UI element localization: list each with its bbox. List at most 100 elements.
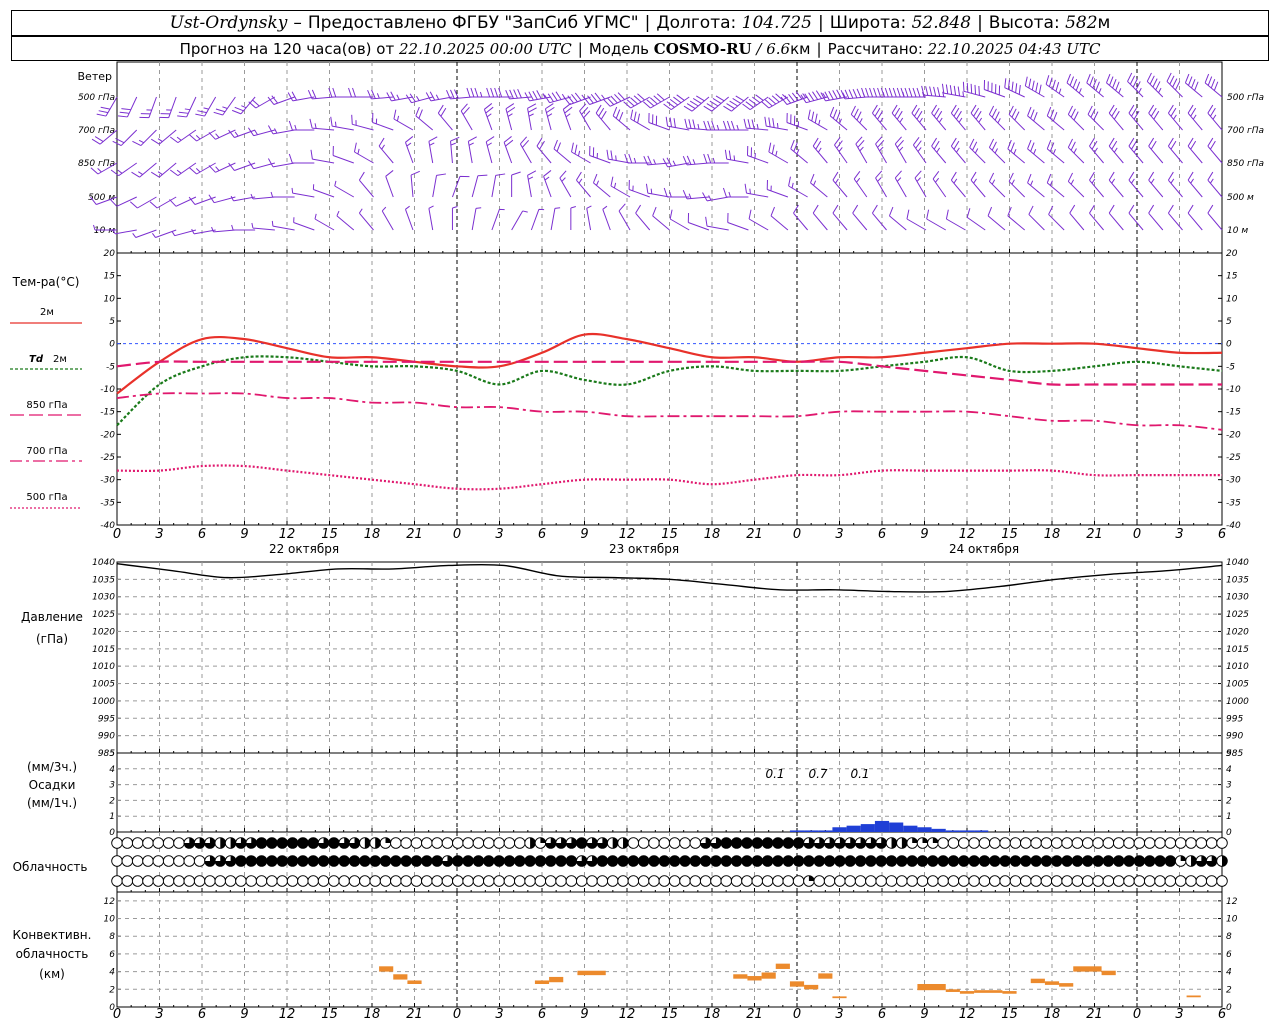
- cloud-symbol: [1133, 837, 1146, 849]
- cloud-symbol: [1009, 855, 1022, 867]
- cloud-symbol: [565, 855, 578, 867]
- wind-barb: [1048, 205, 1065, 231]
- wind-barb: [742, 94, 769, 111]
- pres-ytick-right: 1005: [1226, 680, 1249, 690]
- wind-barb: [231, 224, 256, 231]
- wind-barb: [768, 142, 789, 164]
- temp-layer: [10, 322, 1223, 509]
- cloud-symbol: [792, 875, 805, 887]
- cloud-symbol: [606, 875, 619, 887]
- cloud-symbol: [627, 837, 640, 849]
- pres-ytick-left: 990: [98, 732, 115, 742]
- cloud-symbol: [896, 875, 908, 887]
- wind-barb: [1127, 72, 1144, 98]
- cloud-symbol: [524, 875, 536, 887]
- cloud-symbol: [937, 837, 949, 849]
- wind-barb: [563, 92, 591, 105]
- wind-barb: [293, 217, 315, 231]
- wind-barb: [460, 103, 473, 131]
- cloud-symbol: [999, 837, 1011, 849]
- cloud-symbol: [472, 837, 485, 849]
- cloud-symbol: [1061, 837, 1073, 849]
- hour-label: 18: [704, 1007, 721, 1022]
- cloud-symbol: [689, 855, 702, 867]
- pres-ytick-left: 1025: [92, 610, 115, 620]
- cloud-symbol: [875, 855, 887, 867]
- wind-barb: [618, 203, 631, 231]
- cloud-symbol: [162, 855, 175, 867]
- wind-barb: [410, 170, 420, 198]
- wind-barb: [405, 93, 433, 104]
- cloud-symbol: [575, 837, 588, 849]
- cloud-symbol: [1051, 837, 1063, 849]
- cloud-symbol: [1143, 875, 1156, 887]
- precip-bar: [945, 830, 960, 832]
- cloud-symbol: [410, 875, 423, 887]
- cloud-symbol: [255, 875, 268, 887]
- cloud-symbol: [968, 855, 980, 867]
- cloud-symbol: [1081, 837, 1094, 849]
- cloud-symbol: [906, 855, 918, 867]
- wind-barb: [491, 208, 505, 231]
- wind-barb: [536, 137, 552, 164]
- wind-barb: [428, 136, 438, 164]
- wind-barb: [385, 170, 394, 198]
- cloud-symbol: [1092, 837, 1104, 849]
- cloud-symbol: [1123, 837, 1135, 849]
- cloud-symbol: [813, 855, 825, 867]
- cloud-symbol: [689, 875, 702, 887]
- cloud-symbol: [596, 855, 609, 867]
- cloud-symbol: [276, 837, 288, 849]
- wind-barb: [309, 118, 335, 131]
- wind-barb: [1066, 73, 1085, 98]
- precip-bar: [889, 822, 904, 832]
- wind-barb: [945, 209, 966, 231]
- wind-barb: [931, 137, 947, 164]
- conv-ytick-left: 0: [109, 1003, 115, 1013]
- precip-title: Осадки: [29, 778, 76, 792]
- cloud-symbol: [1061, 855, 1073, 867]
- cloud-symbol: [462, 837, 474, 849]
- cloud-symbol: [844, 875, 856, 887]
- wind-barb: [213, 96, 236, 116]
- wind-barb: [1027, 106, 1045, 131]
- pres-ytick-right: 1040: [1226, 558, 1249, 568]
- cloud-symbol: [369, 855, 381, 867]
- pres-ytick-left: 1005: [92, 680, 115, 690]
- cloud-symbol: [111, 837, 123, 849]
- wind-barb: [211, 226, 236, 233]
- cloud-symbol: [710, 875, 722, 887]
- legend-700-label: 700 гПа: [26, 446, 67, 457]
- cloud-layer: [111, 837, 1228, 887]
- wind-barb: [911, 104, 927, 131]
- cloud-symbol: [772, 837, 784, 849]
- cloud-symbol: [596, 875, 609, 887]
- wind-barb: [724, 149, 749, 164]
- cloud-symbol: [142, 855, 154, 867]
- cloud-symbol: [668, 855, 681, 867]
- cloud-symbol: [937, 875, 949, 887]
- cloud-symbol-fill: [901, 837, 908, 849]
- wind-barb: [550, 207, 561, 231]
- cloud-symbol: [544, 855, 557, 867]
- wind-level-left: 700 гПа: [78, 126, 115, 136]
- cloud-symbol: [1081, 875, 1094, 887]
- cloud-symbol: [823, 875, 836, 887]
- cloud-symbol: [452, 875, 464, 887]
- cloud-symbol: [431, 875, 443, 887]
- hour-label: 3: [835, 1007, 843, 1022]
- conv-segment: [945, 989, 960, 992]
- legend-850-label: 850 гПа: [26, 400, 67, 411]
- cloud-symbol: [1009, 837, 1022, 849]
- cloud-symbol: [782, 837, 795, 849]
- cloud-symbol: [1185, 837, 1197, 849]
- conv-ytick-right: 2: [1226, 985, 1232, 995]
- pressure-unit: (гПа): [36, 632, 68, 646]
- wind-barb: [1148, 204, 1164, 231]
- conv-segment: [917, 984, 946, 991]
- hour-label: 3: [835, 527, 843, 542]
- wind-barb: [247, 160, 275, 170]
- wind-barb: [630, 109, 651, 131]
- wind-barb: [428, 205, 434, 231]
- wind-barb: [983, 79, 1006, 98]
